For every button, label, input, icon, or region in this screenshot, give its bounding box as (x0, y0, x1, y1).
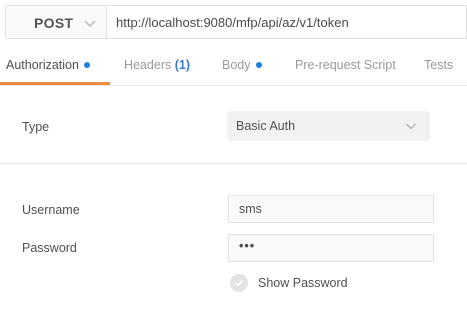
request-bar: POST http://localhost:9080/mfp/api/az/v1… (0, 0, 467, 44)
show-password-checkbox[interactable] (230, 274, 248, 292)
password-value: ••• (239, 239, 256, 253)
username-field[interactable]: sms (228, 195, 434, 223)
method-label: POST (34, 15, 74, 31)
checkmark-icon (234, 279, 244, 287)
auth-type-value: Basic Auth (236, 119, 296, 133)
type-label: Type (22, 120, 50, 134)
tab-pre-request-script-label: Pre-request Script (295, 58, 396, 72)
tab-headers-label: Headers (124, 58, 172, 72)
auth-type-select[interactable]: Basic Auth (227, 111, 430, 141)
url-input[interactable]: http://localhost:9080/mfp/api/az/v1/toke… (106, 5, 467, 39)
tab-pre-request-script[interactable]: Pre-request Script (295, 58, 396, 72)
body-indicator-dot (255, 62, 262, 68)
authorization-indicator-dot (83, 62, 90, 68)
chevron-down-icon (84, 20, 96, 27)
tab-tests[interactable]: Tests (424, 58, 453, 72)
chevron-down-icon (406, 123, 416, 130)
headers-count: (1) (174, 58, 191, 72)
method-select[interactable]: POST (5, 5, 107, 39)
username-label: Username (22, 203, 80, 217)
password-field[interactable]: ••• (228, 234, 434, 262)
show-password-label: Show Password (258, 276, 348, 290)
tabs-divider (0, 85, 467, 86)
tab-authorization-label: Authorization (6, 58, 79, 72)
tab-body-label: Body (222, 58, 251, 72)
tab-tests-label: Tests (424, 58, 454, 72)
password-label: Password (22, 241, 77, 255)
section-divider (0, 163, 467, 164)
tab-headers[interactable]: Headers (1) (124, 58, 190, 72)
tab-body[interactable]: Body (222, 58, 262, 72)
url-text: http://localhost:9080/mfp/api/az/v1/toke… (116, 15, 349, 30)
username-value: sms (239, 202, 262, 216)
request-tabs: Authorization Headers (1) Body Pre-reque… (0, 44, 467, 86)
tab-authorization[interactable]: Authorization (6, 58, 90, 72)
